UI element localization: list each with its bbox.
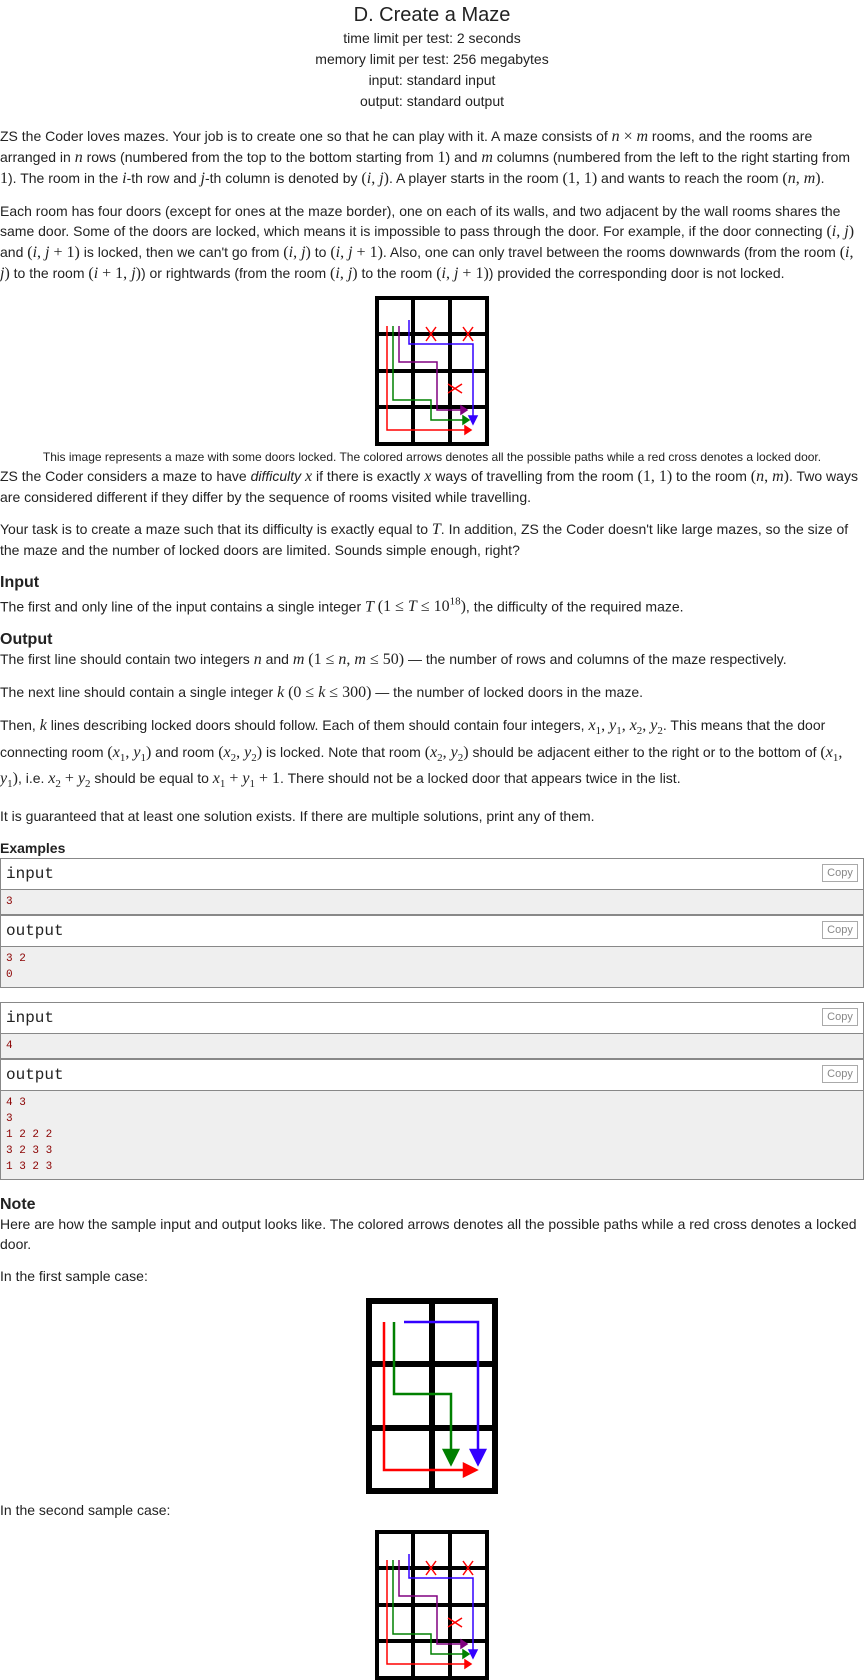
- output-spec: output: standard output: [360, 93, 504, 109]
- output-label: output: [6, 921, 64, 940]
- sample-test-1: input Copy 3 output Copy 3 2 0: [0, 857, 864, 988]
- copy-button[interactable]: Copy: [822, 863, 858, 882]
- memory-limit: memory limit per test: 256 megabytes: [315, 51, 549, 67]
- sample-2-input-header: input Copy: [1, 1002, 863, 1034]
- legend-paragraph-2: Each room has four doors (except for one…: [0, 203, 855, 282]
- output-section-text-1: The first line should contain two intege…: [0, 651, 787, 669]
- copy-button[interactable]: Copy: [822, 920, 858, 939]
- note-text: Here are how the sample input and output…: [0, 1215, 857, 1252]
- examples-title: Examples: [0, 839, 66, 856]
- input-section-text: The first and only line of the input con…: [0, 596, 684, 616]
- sample-1-input[interactable]: 3: [1, 889, 863, 915]
- sample-1-output-header: output Copy: [1, 914, 863, 947]
- problem-title: D. Create a Maze: [353, 4, 511, 26]
- sample-2-input[interactable]: 4: [1, 1033, 863, 1059]
- second-case-label: In the second sample case:: [0, 1501, 171, 1518]
- sample-test-2: input Copy 4 output Copy 4 3 3 1 2 2 2 3…: [0, 1001, 864, 1180]
- first-case-label: In the first sample case:: [0, 1267, 148, 1284]
- input-spec: input: standard input: [368, 72, 496, 88]
- output-section-text-2: The next line should contain a single in…: [0, 684, 643, 702]
- input-label: input: [6, 864, 55, 883]
- input-label: input: [6, 1008, 55, 1027]
- output-label: output: [6, 1065, 64, 1084]
- maze-figure-sample-1: [366, 1297, 498, 1494]
- time-limit: time limit per test: 2 seconds: [343, 30, 521, 46]
- sample-2-output-header: output Copy: [1, 1058, 863, 1091]
- output-section-title: Output: [0, 631, 53, 649]
- maze-figure-sample-2: [375, 1529, 489, 1680]
- legend-paragraph-4: Your task is to create a maze such that …: [0, 521, 849, 558]
- output-guarantee: It is guaranteed that at least one solut…: [0, 807, 595, 824]
- problem-statement: D. Create a Maze time limit per test: 2 …: [0, 2, 864, 1680]
- copy-button[interactable]: Copy: [822, 1064, 858, 1083]
- sample-2-output[interactable]: 4 3 3 1 2 2 2 3 2 3 3 1 3 2 3: [1, 1090, 863, 1179]
- maze-figure-main: [375, 296, 489, 446]
- copy-button[interactable]: Copy: [822, 1007, 858, 1026]
- sample-1-output[interactable]: 3 2 0: [1, 946, 863, 987]
- sample-1-input-header: input Copy: [1, 858, 863, 890]
- input-section-title: Input: [0, 574, 40, 591]
- figure-caption: This image represents a maze with some d…: [42, 450, 822, 464]
- note-title: Note: [0, 1195, 36, 1213]
- legend-paragraph-1: ZS the Coder loves mazes. Your job is to…: [0, 128, 851, 187]
- output-section-text-3: Then, k lines describing locked doors sh…: [0, 717, 843, 790]
- legend-paragraph-3: ZS the Coder considers a maze to have di…: [0, 468, 858, 505]
